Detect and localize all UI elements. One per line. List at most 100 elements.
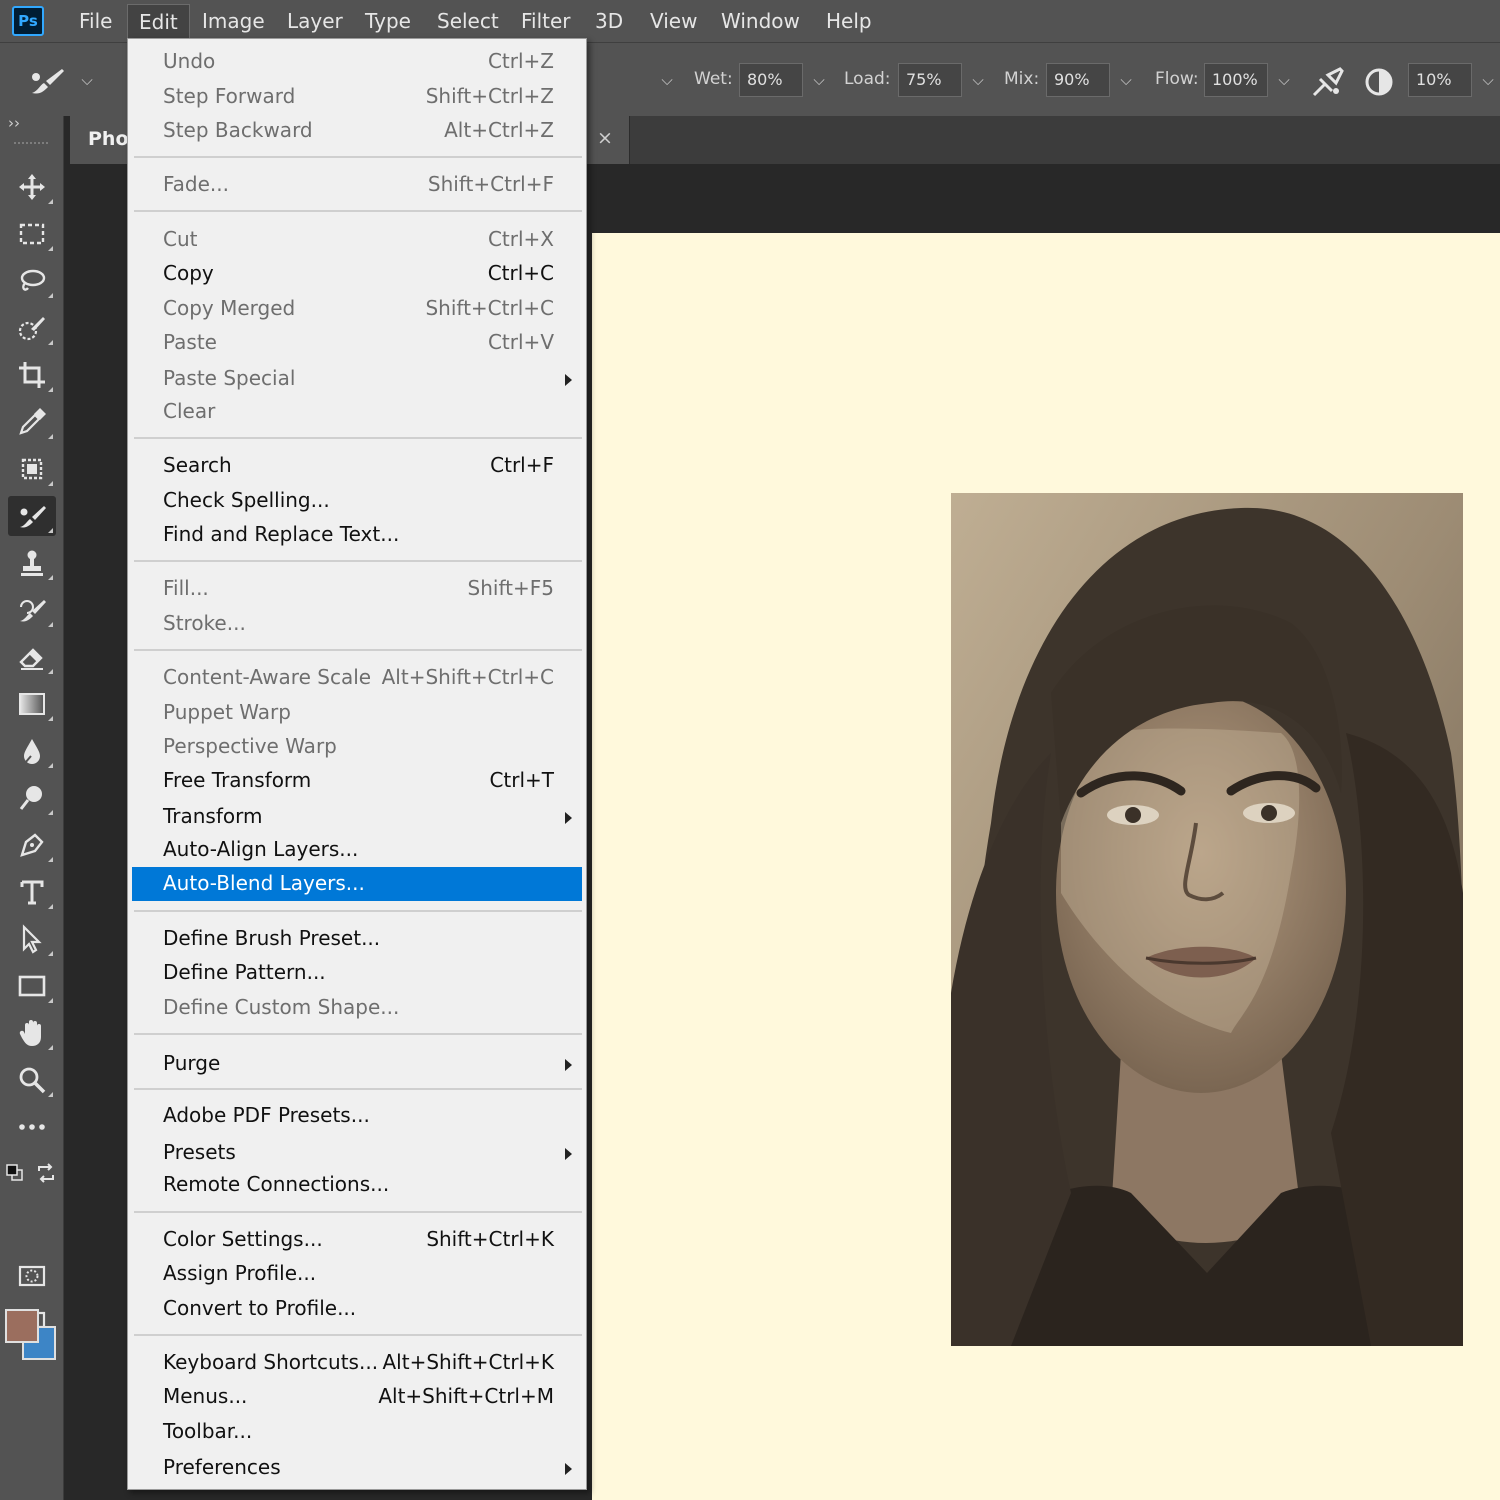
swap-colors-icon[interactable]: [36, 1163, 56, 1183]
menu-image[interactable]: Image: [191, 4, 276, 38]
gradient-icon[interactable]: [8, 684, 56, 724]
menu-item-undo[interactable]: Undo Ctrl+Z: [132, 45, 582, 79]
spot-healing-icon[interactable]: [8, 449, 56, 489]
menu-item-convert-to-profile[interactable]: Convert to Profile...: [132, 1292, 582, 1326]
menu-item-search[interactable]: Search Ctrl+F: [132, 449, 582, 483]
wet-label: Wet:: [694, 69, 733, 89]
eyedropper-icon[interactable]: [8, 402, 56, 442]
quick-selection-icon[interactable]: [8, 308, 56, 348]
mixer-brush-icon[interactable]: [8, 496, 56, 536]
dodge-icon[interactable]: [8, 778, 56, 818]
menu-3d[interactable]: 3D: [584, 4, 634, 38]
menu-item-perspective-warp[interactable]: Perspective Warp: [132, 730, 582, 764]
menu-separator: [134, 649, 582, 651]
menu-layer[interactable]: Layer: [276, 4, 354, 38]
submenu-arrow-icon: [565, 1059, 572, 1071]
hand-icon[interactable]: [8, 1013, 56, 1053]
edit-toolbar-icon[interactable]: [8, 1107, 56, 1147]
menu-item-assign-profile[interactable]: Assign Profile...: [132, 1257, 582, 1291]
submenu-arrow-icon: [565, 1463, 572, 1475]
menu-item-purge[interactable]: Purge: [132, 1047, 582, 1081]
menu-item-fill[interactable]: Fill... Shift+F5: [132, 572, 582, 606]
photoshop-logo[interactable]: Ps: [12, 6, 44, 36]
menu-item-color-settings[interactable]: Color Settings... Shift+Ctrl+K: [132, 1223, 582, 1257]
menu-item-paste[interactable]: Paste Ctrl+V: [132, 326, 582, 360]
wet-input[interactable]: 80%: [739, 63, 803, 97]
menu-item-transform[interactable]: Transform: [132, 800, 582, 834]
tools-panel: ››: [0, 114, 64, 1500]
document-close-icon[interactable]: ×: [597, 127, 613, 149]
mixer-brush-preset-icon[interactable]: [28, 65, 68, 103]
rectangle-icon[interactable]: [8, 966, 56, 1006]
type-icon[interactable]: [8, 872, 56, 912]
path-selection-icon[interactable]: [8, 919, 56, 959]
move-tool-icon[interactable]: [8, 167, 56, 207]
brush-preset-dropdown-icon[interactable]: ⌵: [72, 63, 102, 97]
rectangular-marquee-icon[interactable]: [8, 214, 56, 254]
smoothing-dropdown-icon[interactable]: ⌵: [1473, 63, 1500, 97]
flow-dropdown-icon[interactable]: ⌵: [1269, 63, 1299, 97]
wet-dropdown-icon[interactable]: ⌵: [804, 63, 834, 97]
menu-item-define-custom-shape[interactable]: Define Custom Shape...: [132, 991, 582, 1025]
menu-item-stroke[interactable]: Stroke...: [132, 607, 582, 641]
menu-select[interactable]: Select: [426, 4, 510, 38]
history-brush-icon[interactable]: [8, 590, 56, 630]
load-label: Load:: [844, 69, 891, 89]
smoothing-input[interactable]: 10%: [1408, 63, 1472, 97]
lasso-icon[interactable]: [8, 261, 56, 301]
menu-type[interactable]: Type: [354, 4, 422, 38]
clone-stamp-icon[interactable]: [8, 543, 56, 583]
menu-item-auto-align-layers[interactable]: Auto-Align Layers...: [132, 833, 582, 867]
menu-item-remote-connections[interactable]: Remote Connections...: [132, 1168, 582, 1202]
default-colors-icon[interactable]: [6, 1164, 24, 1182]
menu-item-content-aware-scale[interactable]: Content-Aware Scale Alt+Shift+Ctrl+C: [132, 661, 582, 695]
menu-item-free-transform[interactable]: Free Transform Ctrl+T: [132, 764, 582, 798]
menu-item-step-forward[interactable]: Step Forward Shift+Ctrl+Z: [132, 80, 582, 114]
foreground-color-swatch[interactable]: [5, 1309, 39, 1343]
menu-item-preferences[interactable]: Preferences: [132, 1451, 582, 1485]
menu-item-copy[interactable]: Copy Ctrl+C: [132, 257, 582, 291]
menu-item-clear[interactable]: Clear: [132, 395, 582, 429]
menu-item-keyboard-shortcuts[interactable]: Keyboard Shortcuts... Alt+Shift+Ctrl+K: [132, 1346, 582, 1380]
load-input[interactable]: 75%: [898, 63, 962, 97]
menu-item-menus[interactable]: Menus... Alt+Shift+Ctrl+M: [132, 1380, 582, 1414]
mix-dropdown-icon[interactable]: ⌵: [1111, 63, 1141, 97]
portrait-photo[interactable]: [951, 493, 1463, 1346]
menu-item-step-backward[interactable]: Step Backward Alt+Ctrl+Z: [132, 114, 582, 148]
menu-item-cut[interactable]: Cut Ctrl+X: [132, 223, 582, 257]
menu-item-paste-special[interactable]: Paste Special: [132, 362, 582, 396]
airbrush-icon[interactable]: [1310, 65, 1346, 103]
collapse-panel-icon[interactable]: ››: [8, 114, 20, 132]
menu-item-adobe-pdf-presets[interactable]: Adobe PDF Presets...: [132, 1099, 582, 1133]
menu-item-fade[interactable]: Fade... Shift+Ctrl+F: [132, 168, 582, 202]
flow-input[interactable]: 100%: [1204, 63, 1268, 97]
menu-item-toolbar[interactable]: Toolbar...: [132, 1415, 582, 1449]
pen-icon[interactable]: [8, 825, 56, 865]
menu-item-define-brush-preset[interactable]: Define Brush Preset...: [132, 922, 582, 956]
menu-item-find-replace[interactable]: Find and Replace Text...: [132, 518, 582, 552]
menu-window[interactable]: Window: [710, 4, 811, 38]
menu-separator: [134, 156, 582, 158]
panel-grip[interactable]: [14, 142, 48, 148]
eraser-icon[interactable]: [8, 637, 56, 677]
quick-mask-icon[interactable]: [8, 1256, 56, 1296]
crop-icon[interactable]: [8, 355, 56, 395]
menu-item-define-pattern[interactable]: Define Pattern...: [132, 956, 582, 990]
flow-label: Flow:: [1155, 69, 1199, 89]
menu-file[interactable]: File: [68, 4, 123, 38]
menu-item-puppet-warp[interactable]: Puppet Warp: [132, 696, 582, 730]
zoom-icon[interactable]: [8, 1060, 56, 1100]
menu-item-auto-blend-layers[interactable]: Auto-Blend Layers...: [132, 867, 582, 901]
menu-item-copy-merged[interactable]: Copy Merged Shift+Ctrl+C: [132, 292, 582, 326]
mix-preset-dropdown-icon[interactable]: ⌵: [652, 63, 682, 97]
mix-input[interactable]: 90%: [1046, 63, 1110, 97]
blur-icon[interactable]: [8, 731, 56, 771]
menu-help[interactable]: Help: [815, 4, 883, 38]
smoothing-icon[interactable]: [1362, 65, 1396, 103]
menu-edit[interactable]: Edit: [127, 4, 190, 38]
menu-item-presets[interactable]: Presets: [132, 1136, 582, 1170]
menu-filter[interactable]: Filter: [510, 4, 582, 38]
load-dropdown-icon[interactable]: ⌵: [963, 63, 993, 97]
menu-item-check-spelling[interactable]: Check Spelling...: [132, 484, 582, 518]
menu-view[interactable]: View: [639, 4, 708, 38]
